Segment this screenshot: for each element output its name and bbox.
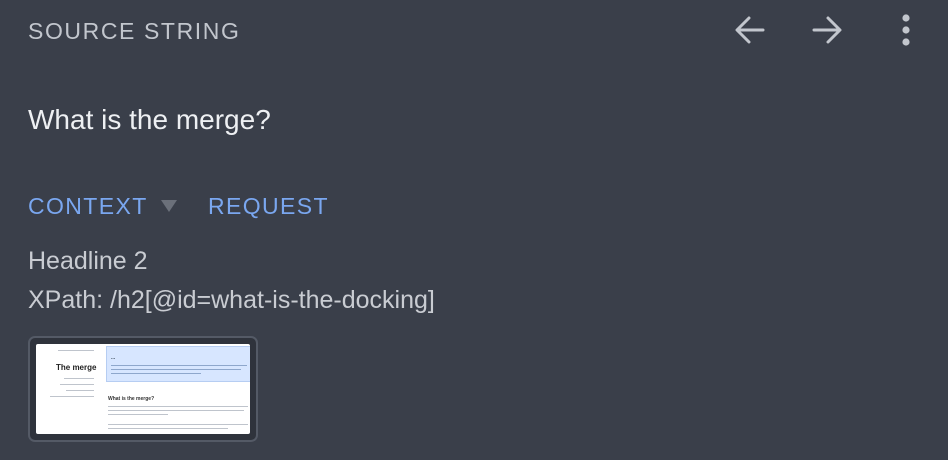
more-vertical-icon — [902, 14, 910, 46]
thumbnail-hero-line — [111, 365, 247, 366]
thumbnail-nav-line — [64, 378, 94, 379]
arrow-right-icon — [812, 16, 842, 44]
previous-button[interactable] — [728, 8, 772, 52]
next-button[interactable] — [805, 8, 849, 52]
tab-request[interactable]: REQUEST — [208, 193, 329, 220]
thumbnail-body-line — [108, 424, 248, 425]
thumbnail-body-line — [108, 406, 248, 407]
thumbnail-nav-line — [50, 396, 94, 397]
arrow-left-icon — [735, 16, 765, 44]
thumbnail-highlighted-heading: ... — [106, 346, 250, 382]
thumbnail-body-line — [108, 428, 228, 429]
caret-down-icon[interactable] — [160, 199, 178, 213]
context-screenshot-thumbnail[interactable]: The merge ... What is the merge? — [28, 336, 258, 442]
thumbnail-breadcrumb — [58, 350, 94, 351]
more-options-button[interactable] — [884, 8, 928, 52]
thumbnail-hero-line — [111, 369, 241, 370]
section-title: SOURCE STRING — [28, 18, 241, 44]
thumbnail-nav-line — [60, 384, 94, 385]
thumbnail-page-title: The merge — [56, 363, 97, 372]
thumbnail-section-heading: What is the merge? — [108, 396, 155, 402]
thumbnail-body-line — [108, 414, 168, 415]
source-string-text: What is the merge? — [28, 104, 271, 135]
thumbnail-hero-line — [111, 373, 201, 374]
thumbnail-page-preview: The merge ... What is the merge? — [36, 344, 250, 434]
thumbnail-body-line — [108, 410, 244, 411]
thumbnail-hero-heading: ... — [111, 355, 116, 361]
context-element-type: Headline 2 — [28, 247, 148, 275]
tab-context[interactable]: CONTEXT — [28, 193, 148, 220]
thumbnail-nav-line — [66, 390, 94, 391]
context-xpath: XPath: /h2[@id=what-is-the-docking] — [28, 286, 435, 314]
